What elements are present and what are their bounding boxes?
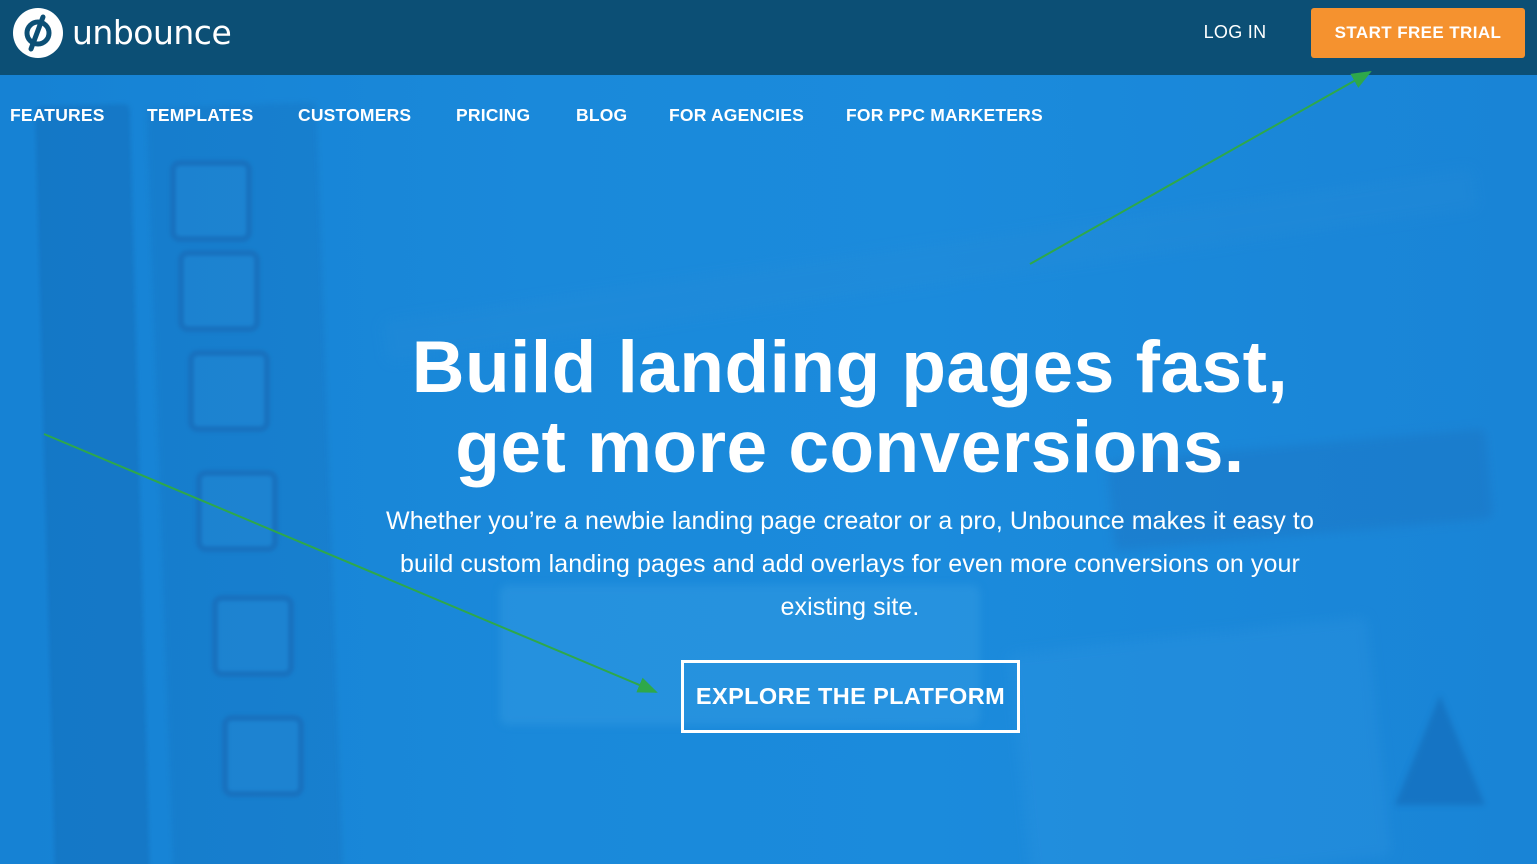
bg-decoration (188, 350, 270, 432)
bg-decoration (222, 715, 304, 797)
nav-item-for-agencies[interactable]: FOR AGENCIES (669, 100, 804, 130)
bg-decoration (196, 470, 278, 552)
logo-link[interactable]: unbounce (13, 8, 232, 58)
start-free-trial-button[interactable]: START FREE TRIAL (1311, 8, 1525, 58)
nav-item-blog[interactable]: BLOG (576, 100, 627, 130)
bg-decoration (1395, 695, 1485, 805)
hero-headline-line-1: Build landing pages fast, (411, 327, 1289, 408)
nav-item-templates[interactable]: TEMPLATES (147, 100, 253, 130)
nav-item-features[interactable]: FEATURES (10, 100, 105, 130)
bg-decoration (178, 250, 260, 332)
bg-decoration (170, 160, 252, 242)
unbounce-logo-icon (13, 8, 63, 58)
logo-text: unbounce (72, 13, 232, 52)
top-header: unbounce LOG IN START FREE TRIAL (0, 0, 1537, 75)
hero-headline: Build landing pages fast, get more conve… (300, 328, 1400, 488)
bg-decoration (34, 103, 151, 864)
bg-decoration (1008, 616, 1392, 864)
page: unbounce LOG IN START FREE TRIAL FEATURE… (0, 0, 1537, 864)
hero-subtext: Whether you’re a newbie landing page cre… (386, 507, 1314, 621)
login-link[interactable]: LOG IN (1186, 18, 1284, 46)
nav-item-for-ppc-marketers[interactable]: FOR PPC MARKETERS (846, 100, 1043, 130)
nav-item-pricing[interactable]: PRICING (456, 100, 530, 130)
hero-headline-line-2: get more conversions. (455, 407, 1245, 488)
explore-platform-button[interactable]: EXPLORE THE PLATFORM (681, 660, 1020, 733)
bg-decoration (212, 595, 294, 677)
nav-item-customers[interactable]: CUSTOMERS (298, 100, 411, 130)
